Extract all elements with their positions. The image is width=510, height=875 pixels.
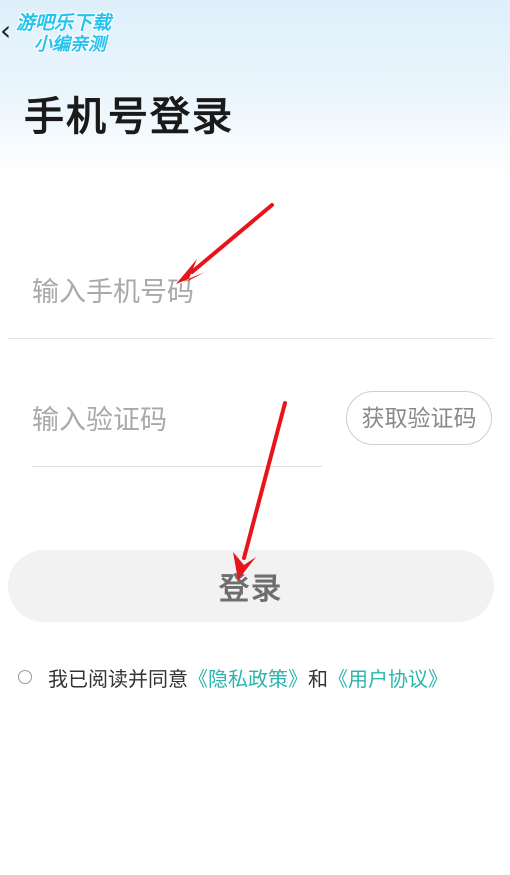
get-code-button[interactable]: 获取验证码 <box>346 391 492 445</box>
user-agreement-link[interactable]: 《用户协议》 <box>328 663 448 692</box>
phone-input[interactable] <box>32 272 472 312</box>
privacy-policy-link[interactable]: 《隐私政策》 <box>188 663 308 692</box>
watermark-line-2: 小编亲测 <box>34 34 106 55</box>
code-field-container <box>32 380 322 467</box>
verification-code-input[interactable] <box>32 400 322 440</box>
agree-checkbox[interactable] <box>18 670 32 684</box>
agreement-text: 我已阅读并同意 <box>48 666 188 691</box>
agreement-row: 我已阅读并同意 《隐私政策》 和 《用户协议》 <box>18 662 448 692</box>
watermark: 游吧乐下载 小编亲测 <box>16 12 146 56</box>
agreement-conjunction: 和 <box>308 666 328 691</box>
chevron-left-icon: ‹ <box>0 14 12 47</box>
phone-field-container <box>8 250 494 339</box>
login-button[interactable]: 登录 <box>8 550 494 622</box>
watermark-line-1: 游吧乐下载 <box>16 12 112 34</box>
page-title: 手机号登录 <box>24 94 234 140</box>
